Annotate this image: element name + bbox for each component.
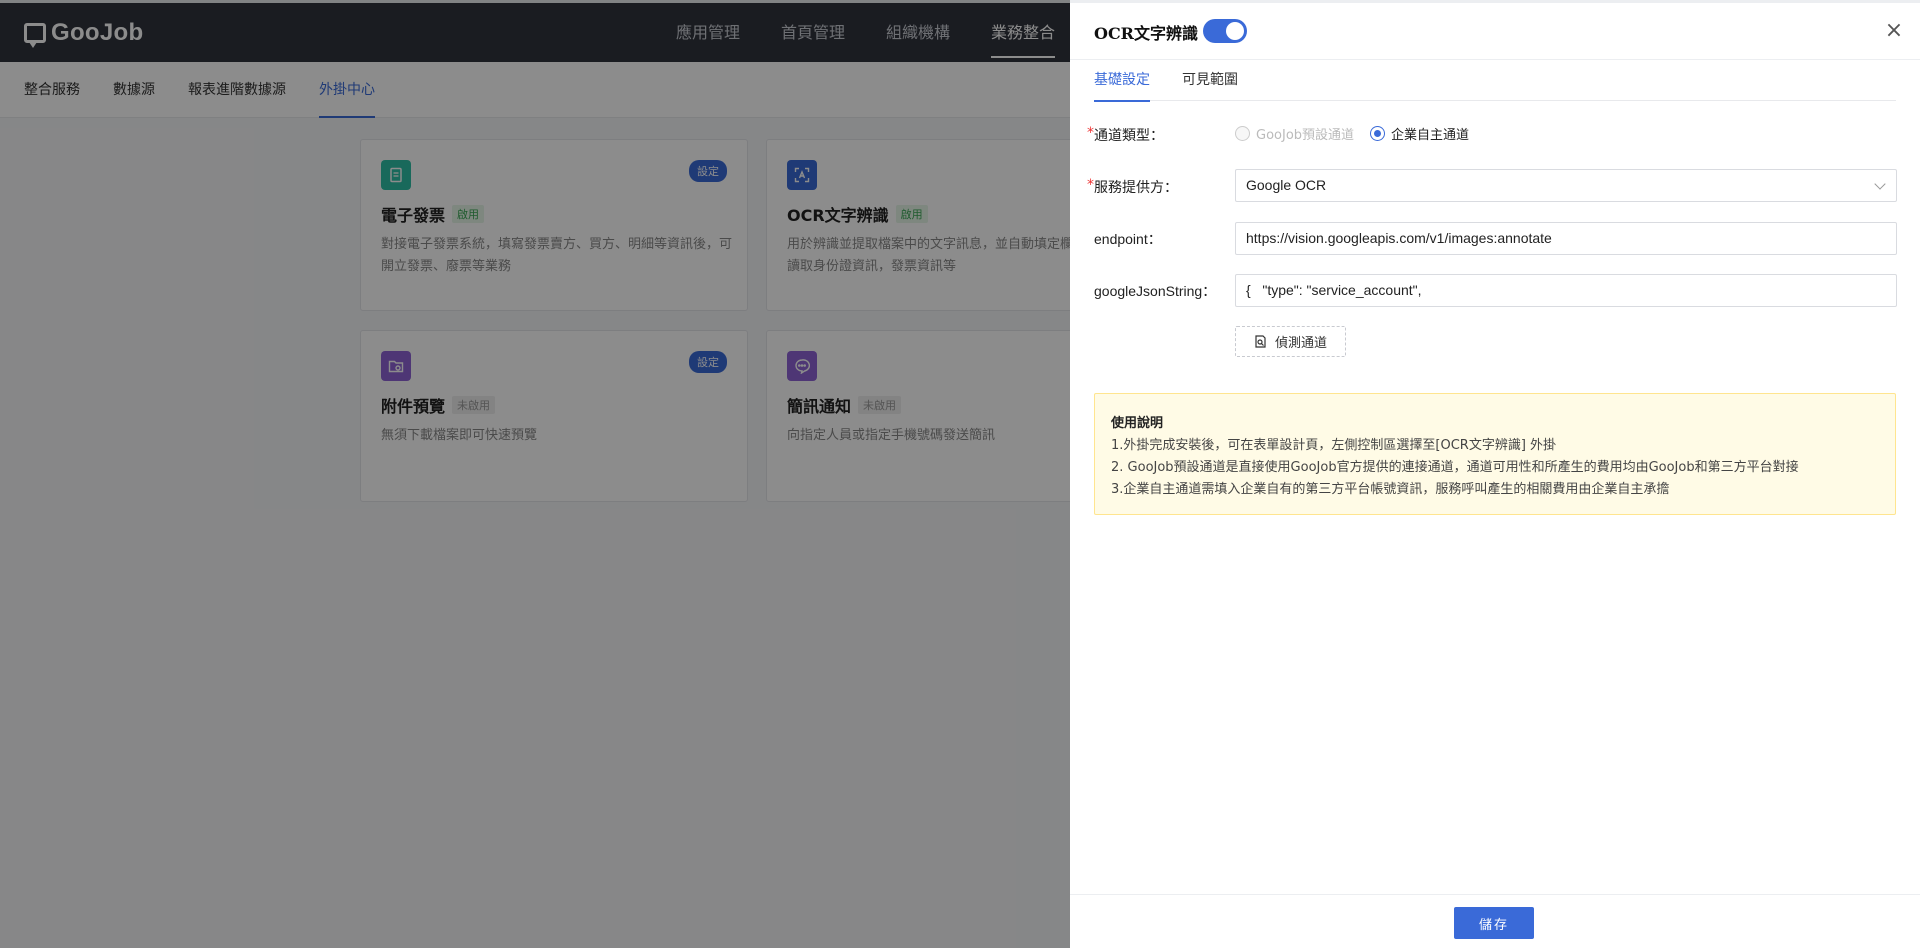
usage-notice: 使用說明 1.外掛完成安裝後，可在表單設計頁，左側控制區選擇至[OCR文字辨識]… — [1094, 393, 1896, 515]
chevron-down-icon — [1874, 178, 1886, 190]
endpoint-label: endpoint： — [1094, 231, 1162, 247]
notice-line: 2. GooJob預設通道是直接使用GooJob官方提供的連接通道，通道可用性和… — [1111, 460, 1799, 475]
drawer-footer: 儲存 — [1070, 894, 1920, 948]
provider-label: * 服務提供方： — [1087, 177, 1178, 196]
drawer-tabs: 基礎設定 可見範圍 — [1094, 68, 1896, 102]
document-check-icon — [1255, 334, 1266, 348]
drawer-title: OCR文字辨識 — [1094, 24, 1198, 43]
required-mark: * — [1087, 177, 1094, 193]
save-button[interactable]: 儲存 — [1454, 907, 1534, 939]
notice-line: 3.企業自主通道需填入企業自有的第三方平台帳號資訊，服務呼叫產生的相關費用由企業… — [1111, 482, 1670, 497]
radio-selected-icon — [1370, 126, 1386, 141]
close-icon[interactable]: × — [1884, 20, 1904, 42]
radio-default-channel[interactable]: GooJob預設通道 — [1235, 124, 1354, 143]
enable-toggle[interactable] — [1203, 19, 1247, 43]
channel-type-radio-group: GooJob預設通道 企業自主通道 — [1235, 124, 1485, 143]
google-json-label: googleJsonString： — [1094, 283, 1217, 299]
endpoint-input[interactable]: https://vision.googleapis.com/v1/images:… — [1235, 222, 1897, 255]
radio-enterprise-channel[interactable]: 企業自主通道 — [1370, 124, 1469, 143]
drawer-header: OCR文字辨識 × — [1070, 0, 1920, 60]
tab-basic-settings[interactable]: 基礎設定 — [1094, 68, 1150, 102]
radio-circle-icon — [1235, 126, 1250, 141]
provider-select[interactable]: Google OCR — [1235, 169, 1897, 202]
detect-channel-button[interactable]: 偵測通道 — [1235, 326, 1346, 357]
tab-visible-scope[interactable]: 可見範圍 — [1182, 68, 1238, 101]
channel-type-label: * 通道類型： — [1087, 125, 1164, 144]
notice-title: 使用說明 — [1111, 416, 1164, 431]
required-mark: * — [1087, 125, 1094, 141]
ocr-settings-drawer: OCR文字辨識 × 基礎設定 可見範圍 * 通道類型： GooJob預設通道 企… — [1070, 0, 1920, 948]
notice-line: 1.外掛完成安裝後，可在表單設計頁，左側控制區選擇至[OCR文字辨識] 外掛 — [1111, 438, 1557, 453]
google-json-input[interactable]: { "type": "service_account", — [1235, 274, 1897, 307]
